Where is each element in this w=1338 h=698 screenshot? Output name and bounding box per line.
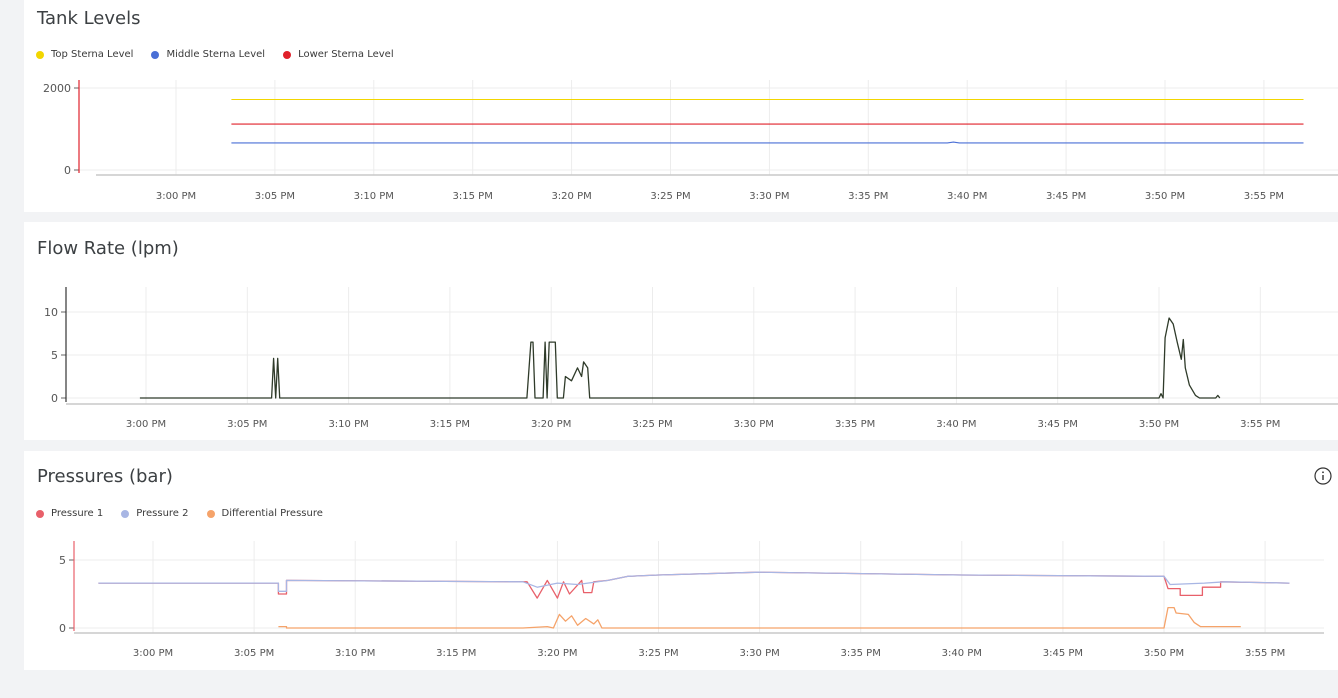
x-tick-label: 3:50 PM [1144, 648, 1184, 659]
x-tick-label: 3:30 PM [749, 191, 789, 202]
x-tick-label: 3:25 PM [632, 419, 672, 430]
y-tick-label: 0 [59, 622, 66, 635]
x-tick-label: 3:45 PM [1046, 191, 1086, 202]
x-tick-label: 3:40 PM [947, 191, 987, 202]
x-tick-label: 3:20 PM [551, 191, 591, 202]
x-tick-label: 3:00 PM [133, 648, 173, 659]
y-tick-label: 0 [64, 164, 71, 177]
y-tick-label: 5 [59, 554, 66, 567]
y-tick-label: 10 [44, 306, 58, 319]
x-tick-label: 3:00 PM [156, 191, 196, 202]
x-tick-label: 3:05 PM [234, 648, 274, 659]
y-tick-label: 2000 [43, 82, 71, 95]
tank-levels-chart: 3:00 PM 3:05 PM 3:10 PM 3:15 PM 3:20 PM 3:25 … [43, 80, 1338, 202]
pressures-card: Pressures (bar) Pressure 1 Pressure 2 Di… [24, 451, 1338, 670]
x-tick-label: 3:35 PM [841, 648, 881, 659]
x-tick-label: 3:50 PM [1139, 419, 1179, 430]
x-tick-label: 3:50 PM [1145, 191, 1185, 202]
x-tick-label: 3:15 PM [453, 191, 493, 202]
series-line-pressure-2 [98, 571, 1290, 592]
x-tick-label: 3:10 PM [354, 191, 394, 202]
x-tick-label: 3:05 PM [227, 419, 267, 430]
x-tick-label: 3:45 PM [1038, 419, 1078, 430]
x-tick-label: 3:15 PM [430, 419, 470, 430]
x-tick-label: 3:00 PM [126, 419, 166, 430]
flow-rate-card: Flow Rate (lpm) 3:00 PM 3:05 PM 3:10 PM 3:1… [24, 222, 1338, 440]
series-line-middle-sterna-level [231, 141, 1304, 144]
x-tick-label: 3:35 PM [835, 419, 875, 430]
x-tick-label: 3:45 PM [1043, 648, 1083, 659]
x-tick-label: 3:15 PM [436, 648, 476, 659]
x-tick-label: 3:10 PM [328, 419, 368, 430]
x-tick-label: 3:55 PM [1245, 648, 1285, 659]
tank-levels-card: Tank Levels Top Sterna Level Middle Ster… [24, 0, 1338, 212]
x-tick-label: 3:20 PM [537, 648, 577, 659]
pressures-chart: 3:00 PM 3:05 PM 3:10 PM 3:15 PM 3:20 PM 3:25 … [59, 541, 1324, 659]
x-tick-label: 3:40 PM [942, 648, 982, 659]
x-tick-label: 3:10 PM [335, 648, 375, 659]
x-tick-label: 3:25 PM [638, 648, 678, 659]
x-tick-label: 3:30 PM [734, 419, 774, 430]
x-tick-label: 3:40 PM [936, 419, 976, 430]
x-tick-label: 3:05 PM [255, 191, 295, 202]
flow-rate-chart: 3:00 PM 3:05 PM 3:10 PM 3:15 PM 3:20 PM 3:25 … [44, 287, 1338, 430]
x-tick-label: 3:55 PM [1240, 419, 1280, 430]
y-tick-label: 0 [51, 392, 58, 405]
x-tick-label: 3:20 PM [531, 419, 571, 430]
y-tick-label: 5 [51, 349, 58, 362]
x-tick-label: 3:35 PM [848, 191, 888, 202]
x-tick-label: 3:30 PM [739, 648, 779, 659]
x-tick-label: 3:25 PM [650, 191, 690, 202]
x-tick-label: 3:55 PM [1244, 191, 1284, 202]
